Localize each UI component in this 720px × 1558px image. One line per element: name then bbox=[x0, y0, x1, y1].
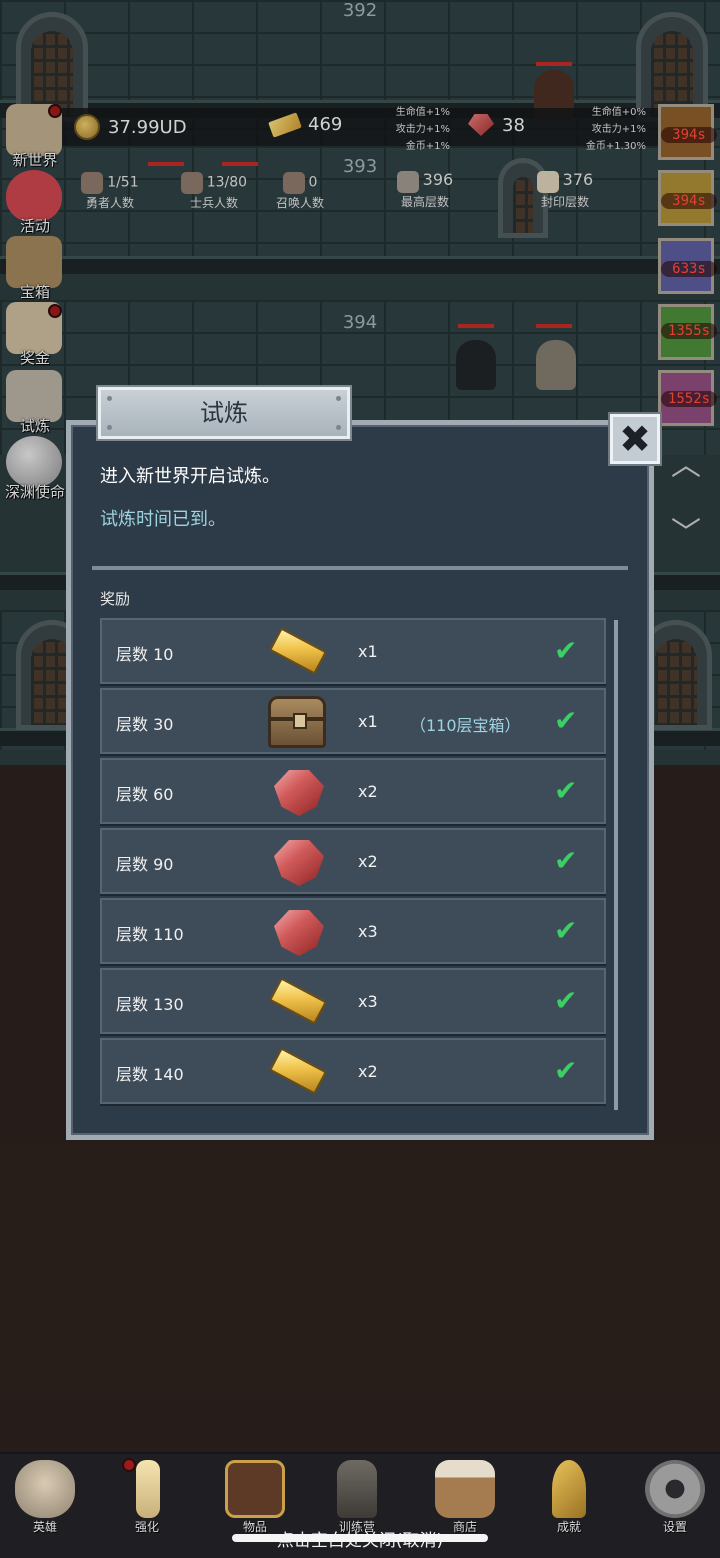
checkmark-icon: ✔ bbox=[554, 984, 578, 1017]
dialog-status: 试炼时间已到。 bbox=[100, 509, 226, 530]
ruby-icon bbox=[274, 840, 324, 886]
reward-row: 层数 130 x3 ✔ bbox=[100, 968, 606, 1034]
close-icon: ✖ bbox=[619, 417, 651, 461]
dialog-divider bbox=[92, 566, 628, 570]
reward-list-scrollbar[interactable] bbox=[614, 620, 618, 1110]
reward-quantity: x2 bbox=[358, 1062, 378, 1081]
rivet bbox=[336, 396, 341, 401]
reward-floor-label: 层数 90 bbox=[116, 855, 174, 874]
reward-quantity: x1 bbox=[358, 642, 378, 661]
reward-floor-label: 层数 130 bbox=[116, 995, 184, 1014]
game-screen: { "floors": { "top": "392", "middle": "3… bbox=[0, 0, 720, 1558]
ruby-icon bbox=[274, 910, 324, 956]
reward-quantity: x3 bbox=[358, 922, 378, 941]
mug-icon bbox=[435, 1460, 495, 1518]
checkmark-icon: ✔ bbox=[554, 914, 578, 947]
rivet bbox=[336, 425, 341, 430]
checkmark-icon: ✔ bbox=[554, 774, 578, 807]
rewards-heading: 奖励 bbox=[100, 590, 131, 608]
skull-icon bbox=[15, 1460, 75, 1518]
checkmark-icon: ✔ bbox=[554, 704, 578, 737]
reward-quantity: x3 bbox=[358, 992, 378, 1011]
reward-row: 层数 30 x1 （110层宝箱） ✔ bbox=[100, 688, 606, 754]
book-icon bbox=[225, 1460, 285, 1518]
ruby-icon bbox=[274, 770, 324, 816]
notification-dot bbox=[122, 1458, 136, 1472]
candle-icon bbox=[136, 1460, 160, 1518]
gold-bar-icon bbox=[268, 977, 328, 1025]
gold-bar-icon bbox=[268, 1047, 328, 1095]
dialog-title: 试炼 bbox=[98, 387, 350, 439]
reward-floor-label: 层数 140 bbox=[116, 1065, 184, 1084]
key-icon bbox=[552, 1460, 586, 1518]
checkmark-icon: ✔ bbox=[554, 844, 578, 877]
dialog-intro: 进入新世界开启试炼。 bbox=[100, 466, 280, 487]
chest-icon bbox=[268, 696, 326, 748]
gear-icon bbox=[645, 1460, 705, 1518]
reward-floor-label: 层数 30 bbox=[116, 715, 174, 734]
lantern-icon bbox=[337, 1460, 377, 1518]
reward-quantity: x2 bbox=[358, 782, 378, 801]
checkmark-icon: ✔ bbox=[554, 1054, 578, 1087]
checkmark-icon: ✔ bbox=[554, 634, 578, 667]
reward-row: 层数 10 x1 ✔ bbox=[100, 618, 606, 684]
reward-row: 层数 90 x2 ✔ bbox=[100, 828, 606, 894]
close-button[interactable]: ✖ bbox=[610, 414, 660, 464]
reward-row: 层数 110 x3 ✔ bbox=[100, 898, 606, 964]
reward-quantity: x2 bbox=[358, 852, 378, 871]
reward-floor-label: 层数 110 bbox=[116, 925, 184, 944]
home-indicator[interactable] bbox=[232, 1534, 488, 1542]
reward-row: 层数 60 x2 ✔ bbox=[100, 758, 606, 824]
reward-note: （110层宝箱） bbox=[410, 716, 521, 735]
reward-row: 层数 140 x2 ✔ bbox=[100, 1038, 606, 1104]
rivet bbox=[107, 396, 112, 401]
dialog-title-text: 试炼 bbox=[200, 399, 248, 427]
reward-floor-label: 层数 10 bbox=[116, 645, 174, 664]
gold-bar-icon bbox=[268, 627, 328, 675]
rivet bbox=[107, 425, 112, 430]
reward-quantity: x1 bbox=[358, 712, 378, 731]
reward-floor-label: 层数 60 bbox=[116, 785, 174, 804]
